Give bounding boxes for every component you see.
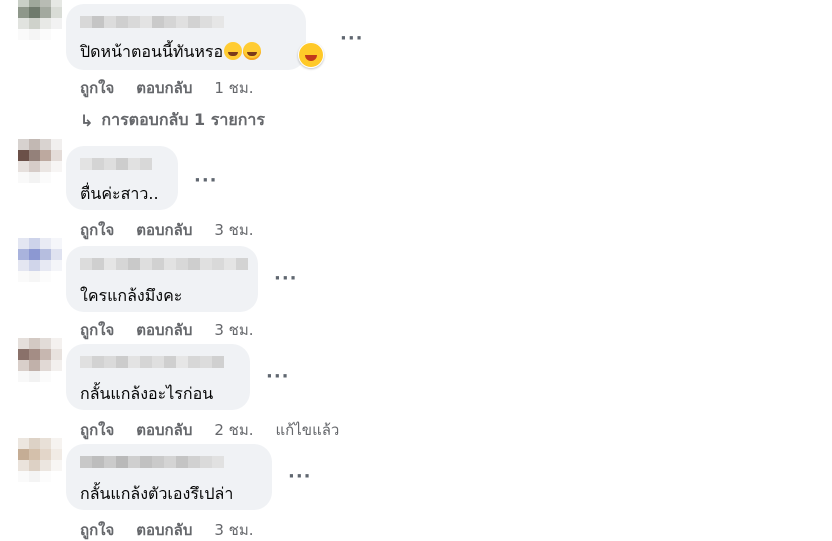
comment-actions: ถูกใจ ตอบกลับ 1 ชม. <box>80 76 276 100</box>
avatar[interactable] <box>18 139 62 183</box>
comment-timestamp[interactable]: 2 ชม. <box>214 418 253 442</box>
comment-text: กลั้นแกล้งอะไรก่อน <box>80 384 214 403</box>
like-button[interactable]: ถูกใจ <box>80 76 114 100</box>
comment-bubble: กลั้นแกล้งตัวเองรึเปล่า <box>66 444 272 510</box>
avatar[interactable] <box>18 338 62 382</box>
like-button[interactable]: ถูกใจ <box>80 218 114 242</box>
reply-button[interactable]: ตอบกลับ <box>136 218 192 242</box>
comment-timestamp[interactable]: 3 ชม. <box>214 518 253 541</box>
reply-button[interactable]: ตอบกลับ <box>136 518 192 541</box>
more-options-button[interactable]: ··· <box>274 270 298 288</box>
comment-bubble: ใครแกล้งมึงคะ <box>66 246 258 312</box>
view-replies-link[interactable]: ↳ การตอบกลับ 1 รายการ <box>80 108 265 133</box>
commenter-name-blurred[interactable] <box>80 456 224 468</box>
comment-text: กลั้นแกล้งตัวเองรึเปล่า <box>80 484 234 503</box>
avatar[interactable] <box>18 0 62 40</box>
like-button[interactable]: ถูกใจ <box>80 518 114 541</box>
comment-bubble: ปิดหน้าตอนนี้ทันหรอ <box>66 4 306 70</box>
commenter-name-blurred[interactable] <box>80 258 248 270</box>
comment-actions: ถูกใจ ตอบกลับ 2 ชม. แก้ไขแล้ว <box>80 418 339 442</box>
comment-thread: ปิดหน้าตอนนี้ทันหรอ ··· ถูกใจ ตอบกลับ 1 … <box>0 0 832 541</box>
comment-text: ใครแกล้งมึงคะ <box>80 286 183 305</box>
comment-text: ปิดหน้าตอนนี้ทันหรอ <box>80 40 262 65</box>
more-options-button[interactable]: ··· <box>340 30 364 48</box>
comment-timestamp[interactable]: 1 ชม. <box>214 76 253 100</box>
comment-bubble: กลั้นแกล้งอะไรก่อน <box>66 344 250 410</box>
comment-timestamp[interactable]: 3 ชม. <box>214 218 253 242</box>
crying-laughing-emoji <box>243 42 262 60</box>
more-options-button[interactable]: ··· <box>288 468 312 486</box>
grinning-sweat-emoji <box>224 42 243 60</box>
reply-button[interactable]: ตอบกลับ <box>136 76 192 100</box>
like-button[interactable]: ถูกใจ <box>80 418 114 442</box>
comment-bubble: ตื่นค่ะสาว.. <box>66 146 178 210</box>
avatar[interactable] <box>18 438 62 482</box>
comment-text: ตื่นค่ะสาว.. <box>80 184 159 203</box>
like-button[interactable]: ถูกใจ <box>80 318 114 342</box>
commenter-name-blurred[interactable] <box>80 158 152 170</box>
commenter-name-blurred[interactable] <box>80 16 224 28</box>
reply-arrow-icon: ↳ <box>80 111 94 130</box>
reply-button[interactable]: ตอบกลับ <box>136 318 192 342</box>
laughing-emoji <box>298 42 324 68</box>
edited-label: แก้ไขแล้ว <box>275 421 340 439</box>
replies-count-label: การตอบกลับ 1 รายการ <box>101 110 265 129</box>
more-options-button[interactable]: ··· <box>194 172 218 190</box>
commenter-name-blurred[interactable] <box>80 356 224 368</box>
comment-actions: ถูกใจ ตอบกลับ 3 ชม. <box>80 518 276 541</box>
reply-button[interactable]: ตอบกลับ <box>136 418 192 442</box>
comment-actions: ถูกใจ ตอบกลับ 3 ชม. <box>80 318 276 342</box>
more-options-button[interactable]: ··· <box>266 368 290 386</box>
avatar[interactable] <box>18 238 62 282</box>
comment-timestamp[interactable]: 3 ชม. <box>214 318 253 342</box>
comment-actions: ถูกใจ ตอบกลับ 3 ชม. <box>80 218 276 242</box>
